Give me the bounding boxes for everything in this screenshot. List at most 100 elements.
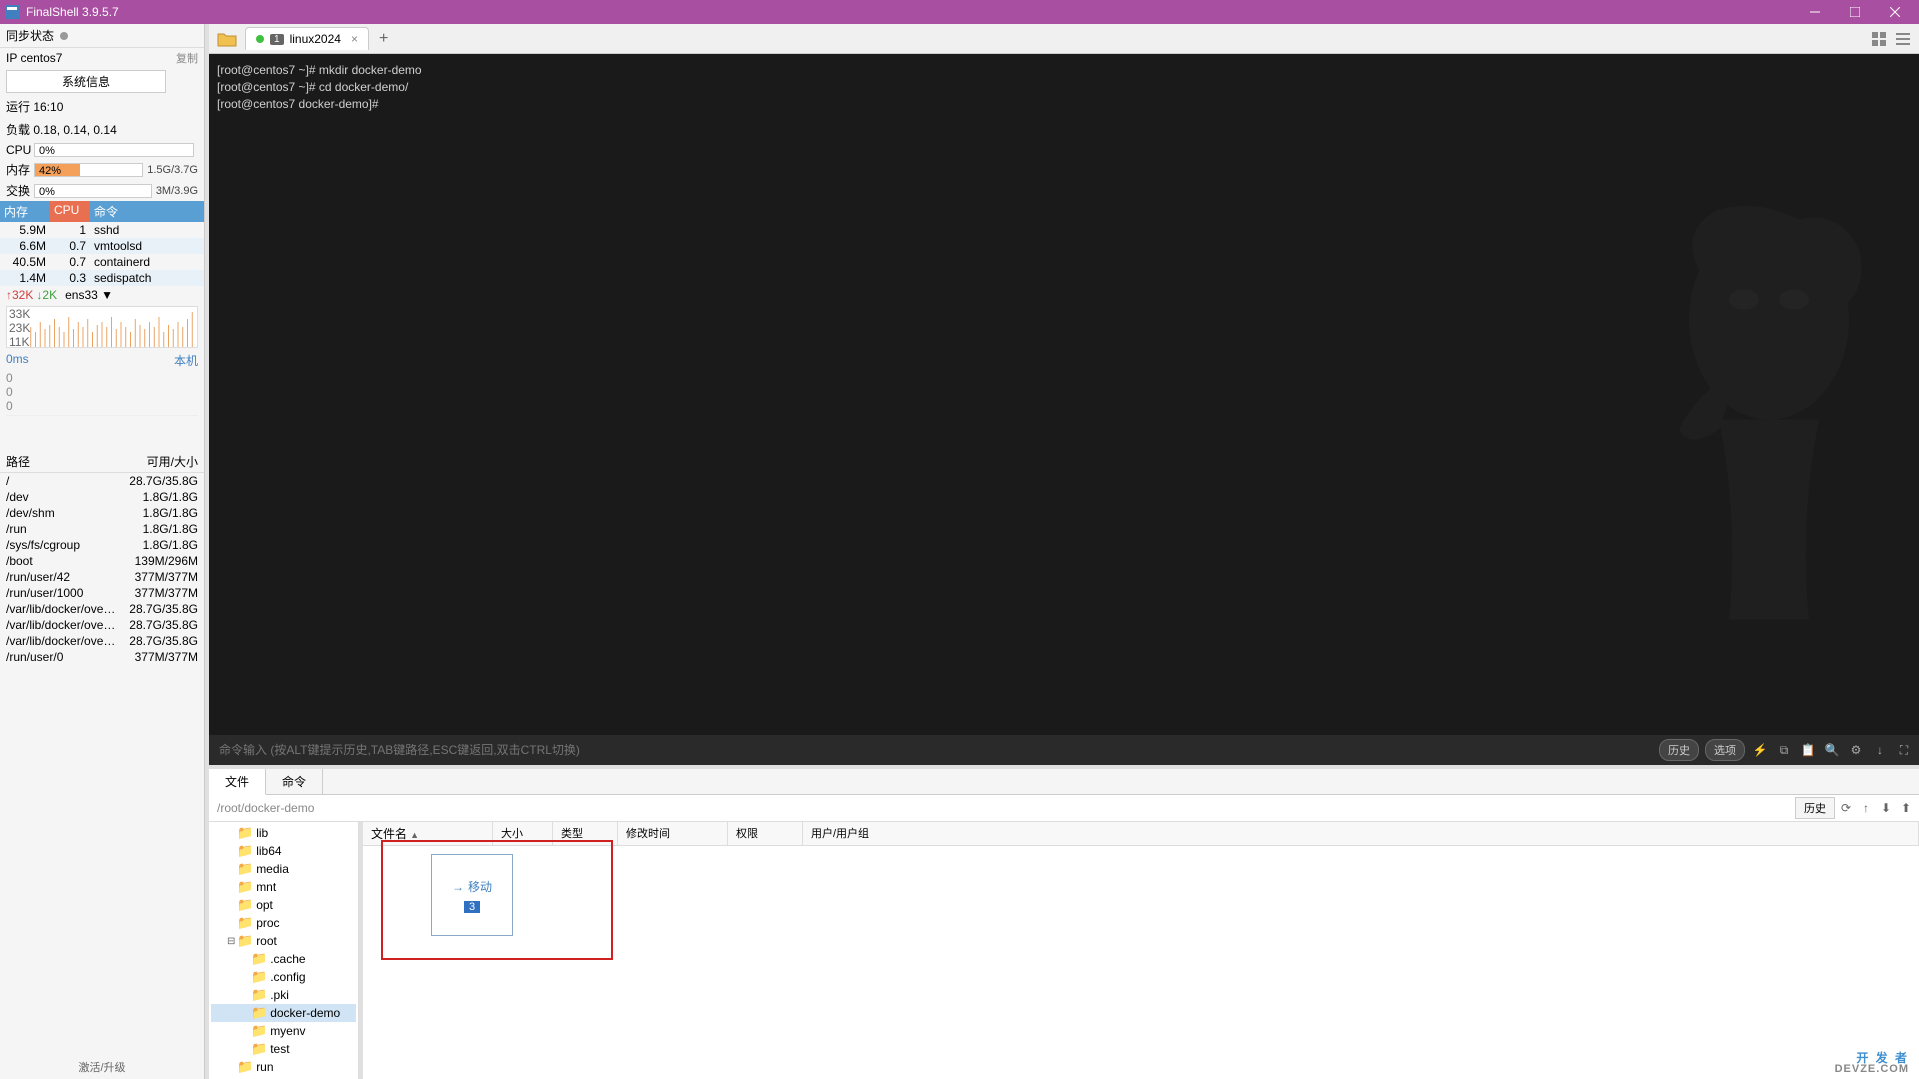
process-row[interactable]: 40.5M0.7containerd [0, 254, 204, 270]
tab-linux2024[interactable]: 1 linux2024 × [245, 27, 369, 50]
minimize-button[interactable] [1795, 0, 1835, 24]
path-history-button[interactable]: 历史 [1795, 797, 1835, 819]
disk-row[interactable]: /var/lib/docker/overlay..28.7G/35.8G [0, 617, 204, 633]
disk-row[interactable]: /var/lib/docker/overlay..28.7G/35.8G [0, 601, 204, 617]
fullscreen-icon[interactable]: ⛶ [1895, 743, 1913, 758]
disk-row[interactable]: /run/user/0377M/377M [0, 649, 204, 665]
terminal-line: [root@centos7 ~]# cd docker-demo/ [217, 79, 1911, 96]
terminal-line: [root@centos7 docker-demo]# [217, 96, 1911, 113]
col-perm[interactable]: 权限 [728, 822, 803, 845]
command-input[interactable] [215, 739, 1653, 761]
net-download: ↓2K [36, 288, 57, 302]
tree-item[interactable]: 📁.cache [211, 950, 356, 968]
disk-table: /28.7G/35.8G/dev1.8G/1.8G/dev/shm1.8G/1.… [0, 473, 204, 665]
gear-icon[interactable]: ⚙ [1847, 743, 1865, 757]
ip-label: IP centos7 [6, 51, 62, 65]
process-table: 5.9M1sshd6.6M0.7vmtoolsd40.5M0.7containe… [0, 222, 204, 286]
tab-label: linux2024 [290, 32, 341, 46]
up-icon[interactable]: ↑ [1857, 799, 1875, 817]
tree-item[interactable]: ⊟📁root [211, 932, 356, 950]
move-drop-indicator: →移动 3 [431, 854, 513, 936]
title-bar: FinalShell 3.9.5.7 [0, 0, 1919, 24]
paste-icon[interactable]: 📋 [1799, 743, 1817, 757]
tab-file[interactable]: 文件 [209, 769, 266, 795]
terminal-line: [root@centos7 ~]# mkdir docker-demo [217, 62, 1911, 79]
maximize-button[interactable] [1835, 0, 1875, 24]
tree-item[interactable]: 📁.pki [211, 986, 356, 1004]
disk-row[interactable]: /28.7G/35.8G [0, 473, 204, 489]
process-table-header: 内存 CPU 命令 [0, 201, 204, 222]
process-row[interactable]: 1.4M0.3sedispatch [0, 270, 204, 286]
path-input[interactable] [213, 797, 1791, 819]
col-user[interactable]: 用户/用户组 [803, 822, 1919, 845]
folder-tree[interactable]: 📁lib📁lib64📁media📁mnt📁opt📁proc⊟📁root📁.cac… [209, 822, 359, 1079]
disk-row[interactable]: /boot139M/296M [0, 553, 204, 569]
close-button[interactable] [1875, 0, 1915, 24]
command-bar: 历史 选项 ⚡ ⧉ 📋 🔍 ⚙ ↓ ⛶ [209, 735, 1919, 765]
disk-row[interactable]: /sys/fs/cgroup1.8G/1.8G [0, 537, 204, 553]
add-tab-button[interactable]: + [369, 26, 398, 52]
col-time[interactable]: 修改时间 [618, 822, 728, 845]
tree-item[interactable]: 📁lib [211, 824, 356, 842]
disk-row[interactable]: /var/lib/docker/overlay..28.7G/35.8G [0, 633, 204, 649]
net-interface-selector[interactable]: ens33 ▼ [65, 288, 113, 302]
disk-row[interactable]: /dev/shm1.8G/1.8G [0, 505, 204, 521]
tab-number: 1 [270, 34, 284, 45]
activate-link[interactable]: 激活/升级 [0, 1055, 204, 1079]
tree-item[interactable]: 📁.config [211, 968, 356, 986]
process-row[interactable]: 6.6M0.7vmtoolsd [0, 238, 204, 254]
tree-item[interactable]: 📁myenv [211, 1022, 356, 1040]
tabs-bar: 1 linux2024 × + [209, 24, 1919, 54]
tree-item[interactable]: 📁run [211, 1058, 356, 1076]
tab-close-button[interactable]: × [351, 32, 358, 46]
disk-row[interactable]: /run/user/1000377M/377M [0, 585, 204, 601]
terminal-background-image [1519, 54, 1919, 735]
tree-item[interactable]: 📁lib64 [211, 842, 356, 860]
file-panel: 文件 命令 历史 ⟳ ↑ ⬇ ⬆ 📁lib📁lib64📁media📁mnt📁op… [209, 769, 1919, 1079]
latency-stats: 0ms 本机 [0, 350, 204, 371]
net-upload: ↑32K [6, 288, 33, 302]
runtime-label: 运行 16:10 [0, 95, 204, 118]
window-title: FinalShell 3.9.5.7 [26, 5, 1795, 19]
tree-item[interactable]: 📁media [211, 860, 356, 878]
bolt-icon[interactable]: ⚡ [1751, 743, 1769, 757]
drop-highlight: →移动 3 [381, 840, 613, 960]
download-icon[interactable]: ↓ [1871, 743, 1889, 757]
history-button[interactable]: 历史 [1659, 739, 1699, 761]
sync-status-label: 同步状态 [6, 27, 54, 44]
network-chart: 33K23K11K [6, 306, 198, 348]
grid-view-button[interactable] [1869, 29, 1889, 49]
tree-item[interactable]: 📁docker-demo [211, 1004, 356, 1022]
search-icon[interactable]: 🔍 [1823, 743, 1841, 757]
sync-status-dot [60, 32, 68, 40]
refresh-icon[interactable]: ⟳ [1837, 799, 1855, 817]
tree-item[interactable]: 📁opt [211, 896, 356, 914]
copy-button[interactable]: 复制 [176, 50, 198, 66]
disk-row[interactable]: /run/user/42377M/377M [0, 569, 204, 585]
disk-row[interactable]: /run1.8G/1.8G [0, 521, 204, 537]
terminal[interactable]: [root@centos7 ~]# mkdir docker-demo[root… [209, 54, 1919, 735]
tree-item[interactable]: 📁proc [211, 914, 356, 932]
connection-status-icon [256, 35, 264, 43]
disk-table-header: 路径 可用/大小 [0, 451, 204, 473]
copy-icon[interactable]: ⧉ [1775, 743, 1793, 758]
options-button[interactable]: 选项 [1705, 739, 1745, 761]
tab-command[interactable]: 命令 [266, 769, 323, 794]
file-list[interactable]: 文件名 ▲ 大小 类型 修改时间 权限 用户/用户组 →移动 3 [363, 822, 1919, 1079]
disk-row[interactable]: /dev1.8G/1.8G [0, 489, 204, 505]
load-label: 负载 0.18, 0.14, 0.14 [0, 118, 204, 141]
drop-count-badge: 3 [464, 901, 480, 913]
process-row[interactable]: 5.9M1sshd [0, 222, 204, 238]
tree-item[interactable]: 📁test [211, 1040, 356, 1058]
upload-file-icon[interactable]: ⬆ [1897, 799, 1915, 817]
sidebar: 同步状态 IP centos7 复制 系统信息 运行 16:10 负载 0.18… [0, 24, 205, 1079]
tree-item[interactable]: 📁mnt [211, 878, 356, 896]
latency-chart [6, 415, 198, 449]
network-stats: ↑32K ↓2K ens33 ▼ [0, 286, 204, 304]
system-info-button[interactable]: 系统信息 [6, 70, 166, 93]
connections-button[interactable] [213, 25, 241, 53]
menu-button[interactable] [1893, 29, 1913, 49]
download-file-icon[interactable]: ⬇ [1877, 799, 1895, 817]
swap-stat: 交换 0% 3M/3.9G [0, 180, 204, 201]
app-icon [4, 4, 20, 20]
